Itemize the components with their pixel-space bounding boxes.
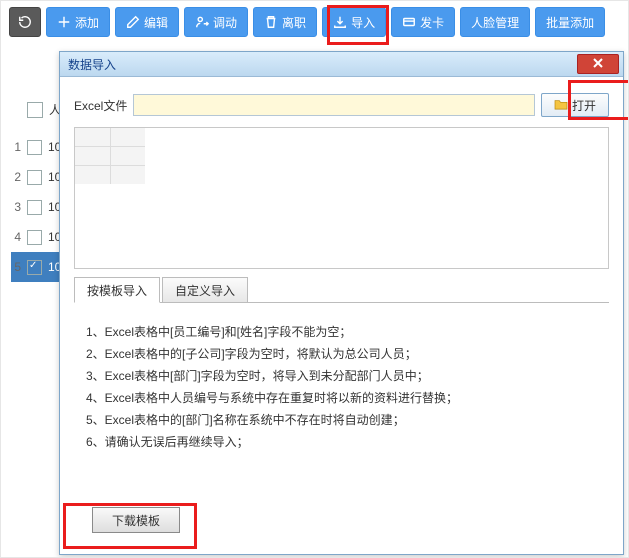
close-icon (592, 57, 604, 71)
edit-button-label: 编辑 (144, 14, 168, 31)
instruction-line: 6、请确认无误后再继续导入； (86, 431, 597, 453)
issue-card-button-label: 发卡 (420, 14, 444, 31)
tab-template-import[interactable]: 按模板导入 (74, 277, 160, 303)
instruction-line: 1、Excel表格中[员工编号]和[姓名]字段不能为空； (86, 321, 597, 343)
import-button[interactable]: 导入 (322, 7, 386, 37)
transfer-button[interactable]: 调动 (184, 7, 248, 37)
import-dialog: 数据导入 Excel文件 打开 按模板导入 自定义导入 (59, 51, 624, 555)
excel-file-input[interactable] (133, 94, 535, 116)
excel-file-label: Excel文件 (74, 97, 127, 114)
table-row[interactable]: 510 (11, 252, 61, 282)
issue-card-button[interactable]: 发卡 (391, 7, 455, 37)
person-move-icon (195, 15, 209, 29)
background-table: 人 110 210 310 410 510 (11, 101, 61, 282)
open-file-button[interactable]: 打开 (541, 93, 609, 117)
card-icon (402, 15, 416, 29)
close-button[interactable] (577, 54, 619, 74)
dialog-title: 数据导入 (68, 56, 116, 73)
leave-button[interactable]: 离职 (253, 7, 317, 37)
instruction-line: 5、Excel表格中的[部门]名称在系统中不存在时将自动创建； (86, 409, 597, 431)
import-tabs: 按模板导入 自定义导入 (74, 277, 609, 303)
transfer-button-label: 调动 (213, 14, 237, 31)
table-row[interactable]: 410 (11, 222, 61, 252)
row-checkbox[interactable] (27, 140, 42, 155)
batch-add-button[interactable]: 批量添加 (535, 7, 605, 37)
leave-button-label: 离职 (282, 14, 306, 31)
import-button-label: 导入 (351, 14, 375, 31)
instruction-line: 2、Excel表格中的[子公司]字段为空时，将默认为总公司人员； (86, 343, 597, 365)
download-template-label: 下载模板 (112, 512, 160, 529)
instruction-line: 3、Excel表格中[部门]字段为空时，将导入到未分配部门人员中； (86, 365, 597, 387)
trash-icon (264, 15, 278, 29)
refresh-button[interactable] (9, 7, 41, 37)
instructions-panel: 1、Excel表格中[员工编号]和[姓名]字段不能为空； 2、Excel表格中的… (74, 302, 609, 507)
add-button[interactable]: 添加 (46, 7, 110, 37)
select-all-checkbox[interactable] (27, 102, 43, 118)
dialog-titlebar[interactable]: 数据导入 (60, 52, 623, 77)
add-button-label: 添加 (75, 14, 99, 31)
edit-button[interactable]: 编辑 (115, 7, 179, 37)
preview-grid[interactable] (74, 127, 609, 269)
table-row[interactable]: 110 (11, 132, 61, 162)
import-icon (333, 15, 347, 29)
instruction-line: 4、Excel表格中人员编号与系统中存在重复时将以新的资料进行替换； (86, 387, 597, 409)
row-checkbox[interactable] (27, 260, 42, 275)
row-checkbox[interactable] (27, 200, 42, 215)
refresh-icon (18, 15, 32, 29)
top-toolbar: 添加 编辑 调动 离职 导入 发卡 人脸管理 批量添加 (1, 1, 628, 43)
download-template-button[interactable]: 下载模板 (92, 507, 180, 533)
table-row[interactable]: 310 (11, 192, 61, 222)
face-manage-button[interactable]: 人脸管理 (460, 7, 530, 37)
plus-icon (57, 15, 71, 29)
row-checkbox[interactable] (27, 230, 42, 245)
tab-custom-import[interactable]: 自定义导入 (162, 277, 248, 303)
batch-add-button-label: 批量添加 (546, 14, 594, 31)
table-row[interactable]: 210 (11, 162, 61, 192)
open-file-label: 打开 (572, 97, 596, 114)
face-manage-button-label: 人脸管理 (471, 14, 519, 31)
row-checkbox[interactable] (27, 170, 42, 185)
folder-icon (554, 98, 568, 113)
pencil-icon (126, 15, 140, 29)
